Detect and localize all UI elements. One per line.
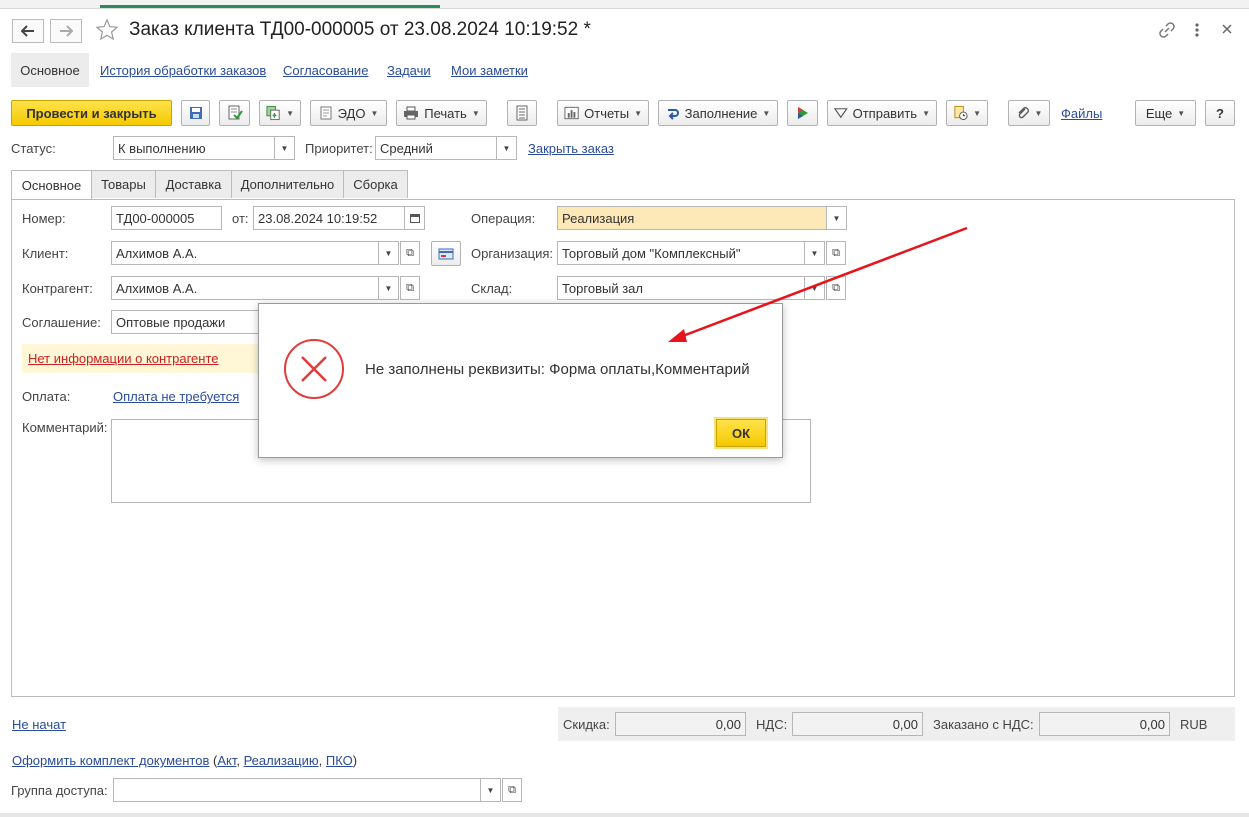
annotation-arrow [668,226,968,342]
